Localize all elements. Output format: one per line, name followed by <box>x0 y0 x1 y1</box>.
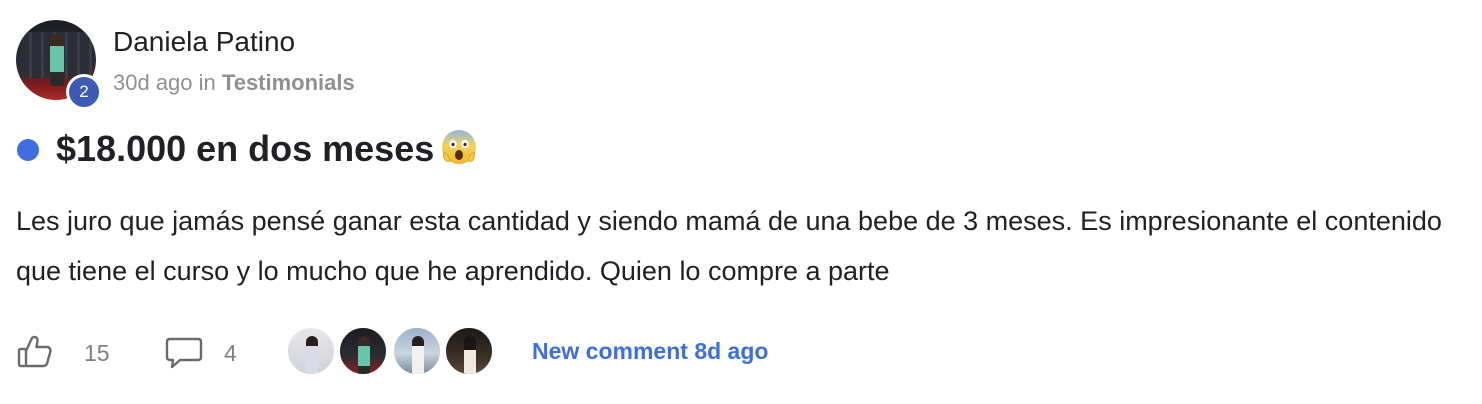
commenter-avatar[interactable] <box>444 326 494 376</box>
commenter-avatar-figure <box>412 336 424 374</box>
commenter-avatar-figure <box>358 336 370 374</box>
commenter-avatar[interactable] <box>286 326 336 376</box>
commenter-avatar[interactable] <box>338 326 388 376</box>
commenter-avatar-figure <box>464 336 476 374</box>
comment-button[interactable] <box>164 336 204 375</box>
post-title[interactable]: $18.000 en dos meses <box>56 128 478 170</box>
post-meta: 30d ago in Testimonials <box>113 70 355 96</box>
post-footer: 15 4 New comment 8d ago <box>16 324 916 380</box>
new-comment-link[interactable]: New comment 8d ago <box>532 338 768 365</box>
avatar-figure <box>50 34 64 86</box>
commenter-avatar[interactable] <box>392 326 442 376</box>
like-button[interactable] <box>16 334 54 375</box>
face-screaming-in-fear-emoji-icon <box>440 128 478 166</box>
commenter-avatars[interactable] <box>286 326 506 378</box>
like-count: 15 <box>84 340 110 366</box>
post-body[interactable]: Les juro que jamás pensé ganar esta cant… <box>16 196 1456 296</box>
comment-bubble-icon[interactable] <box>164 337 204 374</box>
author-name[interactable]: Daniela Patino <box>113 26 295 58</box>
thumbs-up-icon[interactable] <box>16 334 54 375</box>
category-link[interactable]: Testimonials <box>222 70 355 95</box>
comment-count: 4 <box>224 340 237 366</box>
meta-in-word: in <box>198 70 216 95</box>
unread-indicator <box>17 139 39 161</box>
post-card[interactable]: 2 Daniela Patino 30d ago in Testimonials… <box>0 0 1482 404</box>
level-badge: 2 <box>66 74 102 110</box>
post-title-text[interactable]: $18.000 en dos meses <box>56 128 434 169</box>
commenter-avatar-figure <box>306 336 318 374</box>
author-avatar-wrapper[interactable]: 2 <box>16 20 102 110</box>
post-time: 30d ago <box>113 70 193 95</box>
